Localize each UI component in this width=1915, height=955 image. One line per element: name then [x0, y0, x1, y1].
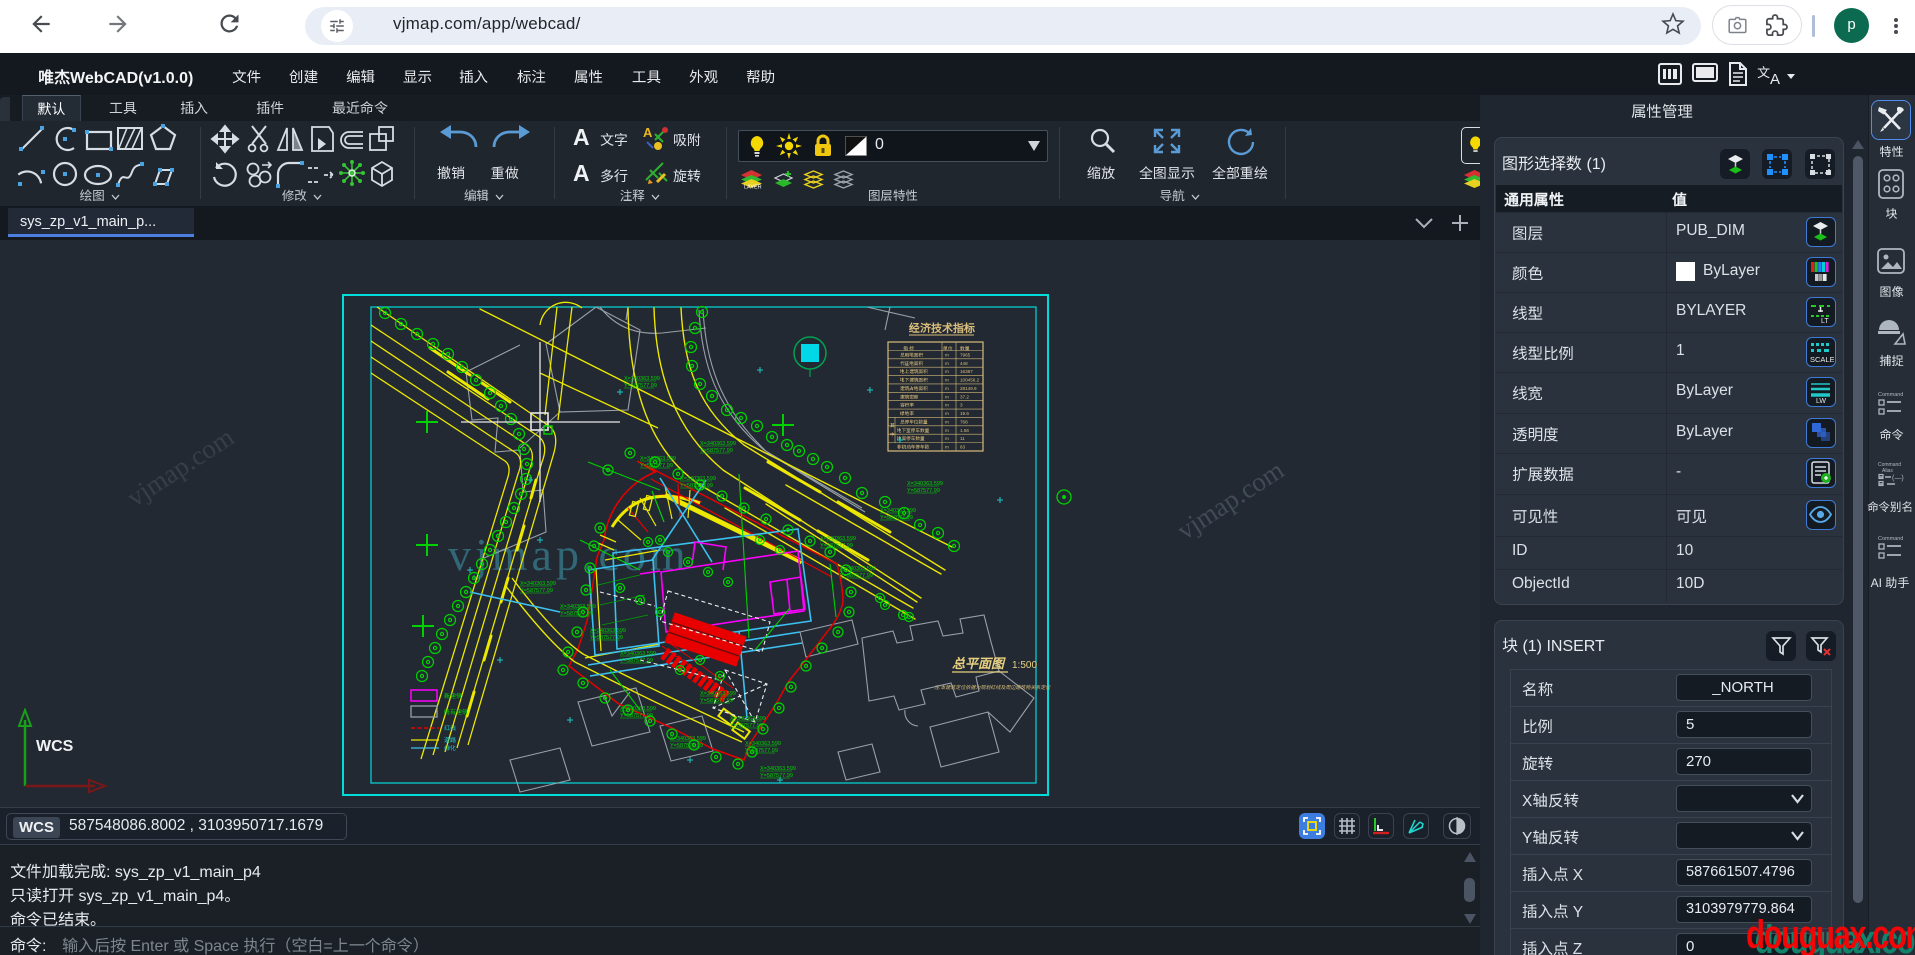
svg-text:1:500: 1:500 — [1012, 660, 1037, 671]
svg-text:448: 448 — [960, 361, 968, 366]
svg-text:代征地面积: 代征地面积 — [900, 360, 923, 366]
svg-text:容积率: 容积率 — [900, 402, 914, 408]
svg-text:m: m — [945, 386, 949, 391]
svg-text:m: m — [945, 361, 949, 366]
svg-text:地下室停车数量: 地下室停车数量 — [896, 427, 930, 433]
svg-text:红线: 红线 — [444, 724, 457, 732]
svg-text:道路: 道路 — [444, 736, 456, 744]
svg-text:绿地率: 绿地率 — [899, 410, 914, 416]
svg-text:768: 768 — [960, 419, 968, 424]
svg-text:7965: 7965 — [960, 352, 971, 357]
svg-text:vjmap.com: vjmap.com — [122, 422, 240, 513]
svg-text:m: m — [945, 411, 949, 416]
svg-text:新建筑: 新建筑 — [444, 692, 463, 700]
svg-text:地下建筑面积: 地下建筑面积 — [899, 377, 928, 383]
svg-text:37.2: 37.2 — [960, 394, 969, 399]
svg-text:100456.2: 100456.2 — [960, 378, 980, 383]
svg-text:1.56: 1.56 — [960, 428, 969, 433]
svg-text:A: A — [643, 125, 653, 140]
svg-text:m: m — [945, 352, 949, 357]
svg-text:3: 3 — [960, 403, 963, 408]
svg-text:中: 中 — [890, 432, 895, 437]
svg-text:LAYER: LAYER — [744, 185, 762, 190]
svg-text:19.6: 19.6 — [960, 411, 969, 416]
svg-text:地上建筑面积: 地上建筑面积 — [899, 368, 928, 374]
svg-text:LW: LW — [1816, 398, 1826, 405]
svg-text:总平面图: 总平面图 — [952, 656, 1006, 671]
svg-text:m: m — [945, 369, 949, 374]
svg-text:建筑占地面积: 建筑占地面积 — [899, 385, 928, 391]
svg-text:m: m — [945, 378, 949, 383]
svg-text:(—): (—) — [1892, 475, 1904, 482]
svg-text:A: A — [1770, 71, 1780, 88]
svg-text:SCALE: SCALE — [1810, 355, 1834, 364]
svg-text:绿化: 绿化 — [443, 744, 456, 752]
svg-text:Command: Command — [1878, 392, 1903, 398]
svg-text:m: m — [945, 419, 949, 424]
svg-text:63: 63 — [960, 445, 966, 450]
svg-text:Command: Command — [1878, 536, 1903, 542]
svg-text:注:本建筑定位依据为规划红线及周边建筑物关系定位: 注:本建筑定位依据为规划红线及周边建筑物关系定位 — [934, 684, 1051, 691]
svg-text:总用地面积: 总用地面积 — [900, 351, 923, 357]
svg-text:16387: 16387 — [960, 369, 973, 374]
svg-text:单位: 单位 — [943, 345, 953, 352]
svg-text:数量: 数量 — [960, 346, 970, 352]
svg-text:文: 文 — [1757, 65, 1770, 80]
svg-text:LT: LT — [1821, 318, 1829, 325]
svg-text:m: m — [945, 403, 949, 408]
svg-text:非机动车停车数: 非机动车停车数 — [897, 444, 930, 450]
svg-text:建筑密度: 建筑密度 — [899, 393, 919, 399]
svg-text:既有建筑: 既有建筑 — [444, 708, 469, 716]
svg-text:28149.9: 28149.9 — [960, 386, 977, 391]
svg-text:m: m — [945, 445, 949, 450]
svg-text:其: 其 — [890, 423, 895, 428]
svg-text:指 标: 指 标 — [903, 346, 914, 352]
svg-text:总停车位数量: 总停车位数量 — [900, 418, 928, 424]
svg-text:m: m — [945, 394, 949, 399]
svg-text:经济技术指标: 经济技术指标 — [908, 322, 975, 335]
svg-text:m: m — [945, 428, 949, 433]
svg-text:m: m — [945, 436, 949, 441]
svg-text:vjmap.com: vjmap.com — [1172, 455, 1290, 546]
svg-text:Alias: Alias — [1882, 468, 1893, 474]
svg-text:11: 11 — [960, 436, 965, 441]
